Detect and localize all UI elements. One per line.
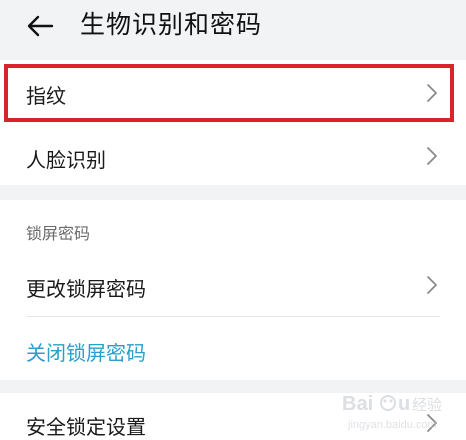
chevron-right-icon	[426, 413, 438, 433]
app-header: 生物识别和密码	[0, 0, 466, 52]
face-recognition-item[interactable]: 人脸识别	[0, 128, 466, 184]
security-lock-settings-label: 安全锁定设置	[26, 415, 146, 439]
chevron-right-icon	[426, 146, 438, 166]
change-lock-password-label: 更改锁屏密码	[26, 277, 146, 301]
change-lock-password-item[interactable]: 更改锁屏密码	[0, 256, 466, 314]
security-lock-settings-item[interactable]: 安全锁定设置	[0, 393, 466, 440]
disable-lock-password-link[interactable]: 关闭锁屏密码	[26, 337, 146, 366]
face-recognition-label: 人脸识别	[26, 148, 106, 172]
chevron-right-icon	[426, 275, 438, 295]
page-title: 生物识别和密码	[80, 10, 263, 39]
fingerprint-item[interactable]: 指纹	[0, 64, 466, 122]
arrow-left-icon	[27, 15, 54, 37]
section-header-lock-screen: 锁屏密码	[26, 224, 91, 243]
divider	[26, 316, 440, 317]
fingerprint-label: 指纹	[26, 84, 66, 108]
chevron-right-icon	[426, 83, 438, 103]
back-button[interactable]	[22, 8, 58, 44]
